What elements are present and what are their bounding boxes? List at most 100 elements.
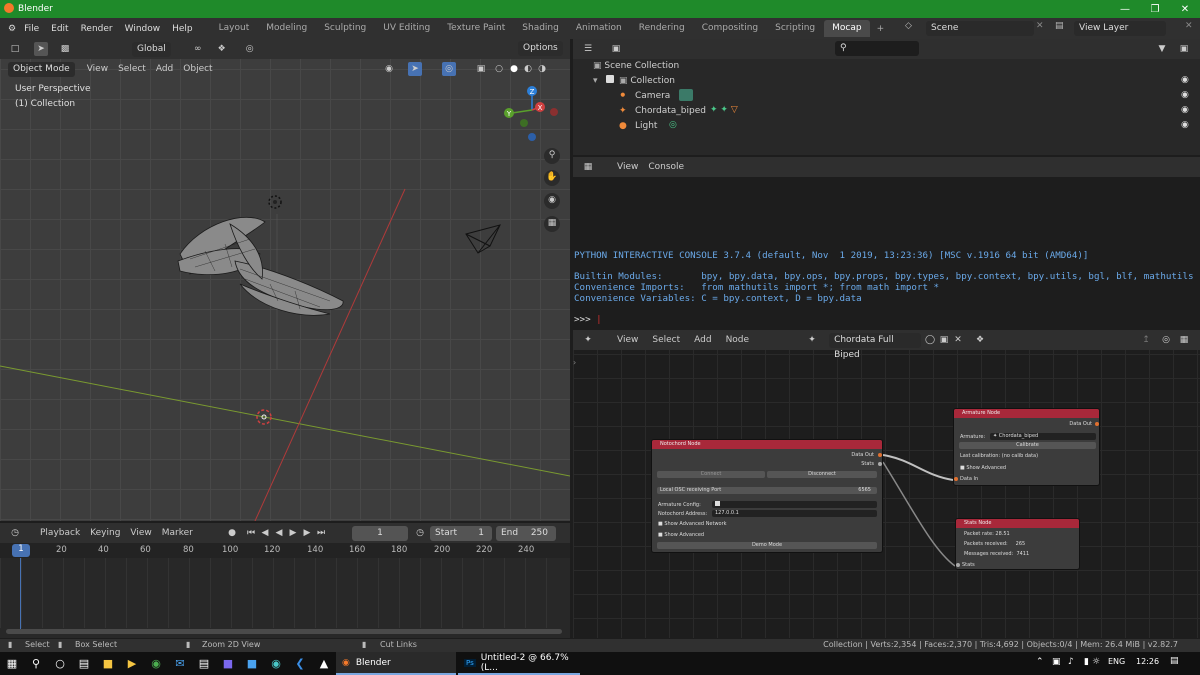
- calibrate-button[interactable]: Calibrate: [959, 442, 1096, 449]
- tab-shading[interactable]: Shading: [514, 20, 567, 37]
- connect-button[interactable]: Connect: [657, 471, 765, 478]
- tab-compositing[interactable]: Compositing: [694, 20, 766, 37]
- display-mode-icon[interactable]: ▣: [609, 42, 623, 56]
- timeline-menu-playback[interactable]: Playback: [40, 528, 80, 538]
- disconnect-button[interactable]: Disconnect: [767, 471, 877, 478]
- notifications-icon[interactable]: ▤: [1170, 656, 1179, 666]
- outliner-item-camera[interactable]: Camera: [635, 91, 670, 101]
- teams-icon[interactable]: ■: [216, 652, 240, 675]
- outliner-editor-icon[interactable]: ☰: [581, 42, 595, 56]
- media-player-icon[interactable]: ▶: [120, 652, 144, 675]
- windows-start-icon[interactable]: ▦: [0, 652, 24, 675]
- clock-icon[interactable]: ◷: [413, 526, 427, 540]
- start-frame-field[interactable]: Start 1: [430, 526, 492, 541]
- timeline[interactable]: ◷ Playback Keying View Marker ● ⏮ ◀ ◀ ▶ …: [0, 523, 570, 638]
- browser-icon[interactable]: ◉: [264, 652, 288, 675]
- scene-remove-icon[interactable]: ✕: [1036, 21, 1044, 31]
- messaging-icon[interactable]: ■: [240, 652, 264, 675]
- minimize-icon[interactable]: —: [1110, 0, 1140, 18]
- taskbar-photoshop[interactable]: Ps Untitled-2 @ 66.7% (L...: [458, 652, 580, 675]
- tray-chevron-icon[interactable]: ⌃: [1036, 657, 1044, 667]
- armature-data-in-socket[interactable]: [954, 477, 958, 481]
- play-icon[interactable]: ▶: [286, 526, 300, 540]
- timeline-ruler[interactable]: 1 20 40 60 80 100 120 140 160 180 200 22…: [0, 543, 570, 558]
- view-layer-icon[interactable]: ▤: [1055, 21, 1064, 31]
- zoom-icon[interactable]: ⚲: [544, 148, 560, 164]
- tab-mocap[interactable]: Mocap: [824, 20, 870, 37]
- timeline-scrollbar[interactable]: [6, 629, 562, 634]
- tab-modeling[interactable]: Modeling: [258, 20, 315, 37]
- maximize-icon[interactable]: ❐: [1140, 0, 1170, 18]
- armature-data-icon[interactable]: ✦ ✦ ▽: [710, 105, 738, 115]
- tray-app-icon[interactable]: ▣: [1052, 657, 1061, 667]
- pan-hand-icon[interactable]: ✋: [544, 170, 560, 186]
- timeline-menu-view[interactable]: View: [130, 528, 151, 538]
- show-advanced-checkbox[interactable]: ■ Show Advanced: [658, 532, 704, 538]
- osc-port-field[interactable]: Local OSC receiving Port 6565: [657, 487, 877, 494]
- playhead-frame[interactable]: 1: [12, 544, 30, 557]
- outliner-scene-collection[interactable]: ▣ Scene Collection: [593, 61, 679, 71]
- armature-field[interactable]: ✦ Chordata_biped: [990, 433, 1096, 440]
- notochord-data-out-socket[interactable]: [878, 453, 882, 457]
- console-menu-console[interactable]: Console: [648, 162, 684, 172]
- tab-rendering[interactable]: Rendering: [631, 20, 693, 37]
- notochord-stats-socket[interactable]: [878, 462, 882, 466]
- file-explorer-icon[interactable]: ■: [96, 652, 120, 675]
- armature-config-field[interactable]: [712, 501, 877, 508]
- chrome-icon[interactable]: ◉: [144, 652, 168, 675]
- new-collection-icon[interactable]: ▣: [1177, 42, 1191, 56]
- stats-node-header[interactable]: Stats Node: [956, 519, 1079, 528]
- menu-help[interactable]: Help: [172, 24, 193, 34]
- view-layer-remove-icon[interactable]: ✕: [1185, 21, 1193, 31]
- wifi-icon[interactable]: ☼: [1092, 657, 1100, 667]
- outliner-search-input[interactable]: ⚲: [835, 41, 919, 56]
- ortho-grid-icon[interactable]: ▦: [544, 216, 560, 232]
- tab-scripting[interactable]: Scripting: [767, 20, 823, 37]
- end-frame-field[interactable]: End 250: [496, 526, 556, 541]
- camera-data-icon[interactable]: [679, 89, 693, 101]
- outliner-collection[interactable]: ▣ Collection: [619, 76, 675, 86]
- eye-icon[interactable]: ◉: [1181, 105, 1189, 115]
- view-layer-field[interactable]: View Layer: [1074, 21, 1166, 36]
- vscode-icon[interactable]: ❮: [288, 652, 312, 675]
- collection-checkbox[interactable]: [606, 75, 614, 83]
- scene-field[interactable]: Scene: [926, 21, 1034, 36]
- eye-icon[interactable]: ◉: [1181, 120, 1189, 130]
- armature-data-out-socket[interactable]: [1095, 422, 1099, 426]
- menu-render[interactable]: Render: [81, 24, 113, 34]
- taskbar-blender[interactable]: ◉ Blender: [336, 652, 456, 675]
- camera-view-icon[interactable]: ◉: [544, 193, 560, 209]
- jump-end-icon[interactable]: ⏭: [314, 526, 328, 540]
- current-frame-field[interactable]: 1: [352, 526, 408, 541]
- play-reverse-icon[interactable]: ◀: [272, 526, 286, 540]
- tab-animation[interactable]: Animation: [568, 20, 630, 37]
- menu-window[interactable]: Window: [125, 24, 161, 34]
- console-editor-icon[interactable]: ▦: [581, 160, 595, 174]
- battery-icon[interactable]: ▮: [1084, 657, 1089, 667]
- tab-sculpting[interactable]: Sculpting: [316, 20, 374, 37]
- language-indicator[interactable]: ENG: [1108, 657, 1125, 666]
- mail-icon[interactable]: ✉: [168, 652, 192, 675]
- close-icon[interactable]: ✕: [1170, 0, 1200, 18]
- task-view-icon[interactable]: ○: [48, 652, 72, 675]
- timeline-track-area[interactable]: [0, 558, 548, 628]
- light-data-icon[interactable]: ◎: [669, 120, 677, 130]
- clock[interactable]: 12:26: [1136, 657, 1159, 666]
- armature-node-header[interactable]: Armature Node: [954, 409, 1099, 418]
- eye-icon[interactable]: ◉: [1181, 75, 1189, 85]
- console-prompt[interactable]: >>> |: [574, 314, 602, 325]
- next-keyframe-icon[interactable]: ▶: [300, 526, 314, 540]
- menu-file[interactable]: File: [24, 24, 39, 34]
- demo-mode-button[interactable]: Demo Mode: [657, 542, 877, 549]
- show-advanced-network-checkbox[interactable]: ■ Show Advanced Network: [658, 521, 727, 527]
- task-manager-icon[interactable]: ▤: [72, 652, 96, 675]
- blender-menu-icon[interactable]: ⚙: [8, 24, 16, 34]
- jump-start-icon[interactable]: ⏮: [244, 526, 258, 540]
- app-icon[interactable]: ▤: [192, 652, 216, 675]
- console-menu-view[interactable]: View: [617, 162, 638, 172]
- add-workspace-icon[interactable]: +: [877, 24, 885, 34]
- timeline-menu-keying[interactable]: Keying: [90, 528, 120, 538]
- notochord-address-field[interactable]: 127.0.0.1: [712, 510, 877, 517]
- eye-icon[interactable]: ◉: [1181, 90, 1189, 100]
- outliner-item-light[interactable]: Light: [635, 121, 657, 131]
